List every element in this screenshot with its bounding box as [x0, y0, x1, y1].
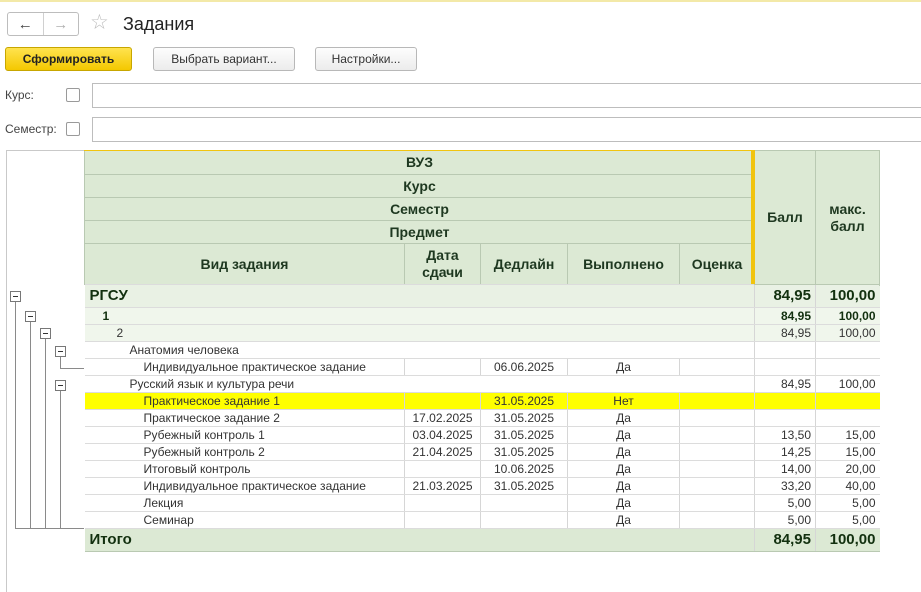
- task-row[interactable]: Практическое задание 2 17.02.2025 31.05.…: [84, 409, 880, 427]
- collapse-semestr-icon[interactable]: [40, 328, 51, 339]
- task-row[interactable]: Рубежный контроль 1 03.04.2025 31.05.202…: [84, 426, 880, 444]
- header-dedlain[interactable]: Дедлайн: [480, 243, 568, 285]
- group-row-vuz[interactable]: РГСУ 84,95 100,00: [84, 284, 880, 308]
- task-row[interactable]: Итоговый контроль 10.06.2025 Да 14,00 20…: [84, 460, 880, 478]
- forward-arrow-icon[interactable]: →: [42, 13, 79, 35]
- navigation-buttons: ← →: [7, 12, 79, 36]
- header-ocenka[interactable]: Оценка: [679, 243, 755, 285]
- page-title: Задания: [123, 14, 195, 34]
- task-row-selected[interactable]: Практическое задание 1 31.05.2025 Нет: [84, 392, 880, 410]
- generate-button[interactable]: Сформировать: [5, 47, 132, 71]
- header-data-sdachi[interactable]: Дата сдачи: [404, 243, 481, 285]
- course-filter-label: Курс:: [5, 88, 34, 102]
- task-row[interactable]: Рубежный контроль 2 21.04.2025 31.05.202…: [84, 443, 880, 461]
- header-vid[interactable]: Вид задания: [84, 243, 405, 285]
- total-row[interactable]: Итого 84,95 100,00: [84, 528, 880, 552]
- header-max-ball[interactable]: макс. балл: [815, 150, 880, 285]
- collapse-vuz-icon[interactable]: [10, 291, 21, 302]
- settings-button[interactable]: Настройки...: [315, 47, 417, 71]
- task-row[interactable]: Лекция Да 5,00 5,00: [84, 494, 880, 512]
- course-filter-checkbox[interactable]: [66, 88, 80, 102]
- selected-cell-marker-top: [84, 150, 755, 151]
- header-ball[interactable]: Балл: [754, 150, 816, 285]
- collapse-kurs-icon[interactable]: [25, 311, 36, 322]
- group-row-kurs[interactable]: 1 84,95 100,00: [84, 307, 880, 325]
- favorite-star-icon[interactable]: ☆: [90, 11, 109, 35]
- task-row[interactable]: Индивидуальное практическое задание 06.0…: [84, 358, 880, 376]
- subject-row-2[interactable]: Русский язык и культура речи 84,95 100,0…: [84, 375, 880, 393]
- header-kurs[interactable]: Курс: [84, 174, 755, 198]
- collapse-subject2-icon[interactable]: [55, 380, 66, 391]
- task-row[interactable]: Индивидуальное практическое задание 21.0…: [84, 477, 880, 495]
- top-accent-line: [0, 0, 921, 2]
- group-row-semestr[interactable]: 2 84,95 100,00: [84, 324, 880, 342]
- semester-filter-checkbox[interactable]: [66, 122, 80, 136]
- semester-filter-label: Семестр:: [5, 122, 57, 136]
- task-row[interactable]: Семинар Да 5,00 5,00: [84, 511, 880, 529]
- subject-row-1[interactable]: Анатомия человека: [84, 341, 880, 359]
- semester-filter-input[interactable]: [92, 117, 921, 142]
- header-vypolneno[interactable]: Выполнено: [567, 243, 680, 285]
- selected-cell-marker: [751, 150, 755, 284]
- header-semestr[interactable]: Семестр: [84, 197, 755, 221]
- back-arrow-icon[interactable]: ←: [8, 13, 43, 35]
- collapse-subject1-icon[interactable]: [55, 346, 66, 357]
- course-filter-input[interactable]: [92, 83, 921, 108]
- choose-variant-button[interactable]: Выбрать вариант...: [153, 47, 295, 71]
- header-predmet[interactable]: Предмет: [84, 220, 755, 244]
- report-table: ВУЗ Балл макс. балл Курс Семестр Предмет…: [84, 150, 880, 552]
- header-vuz[interactable]: ВУЗ: [84, 150, 755, 175]
